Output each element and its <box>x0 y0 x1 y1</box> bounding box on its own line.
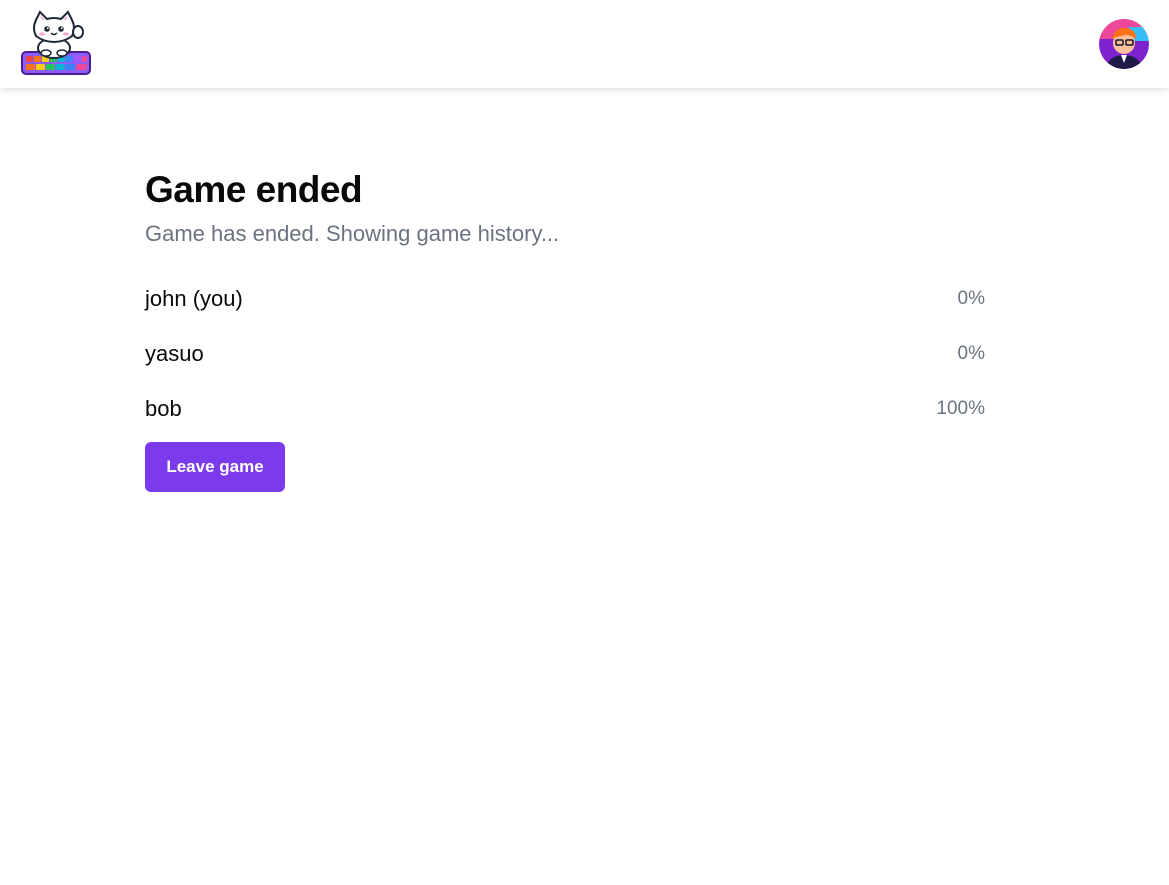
player-name: yasuo <box>145 340 204 366</box>
player-progress: 100% <box>936 397 985 419</box>
page-title: Game ended <box>145 169 363 210</box>
player-row: john (you) 0% <box>145 271 985 326</box>
player-progress: 0% <box>957 342 985 364</box>
player-list: john (you) 0% yasuo 0% bob 100% <box>145 271 985 436</box>
player-row: bob 100% <box>145 381 985 436</box>
page-subtitle: Game has ended. Showing game history... <box>145 221 560 246</box>
player-name: bob <box>145 395 182 421</box>
player-name: john (you) <box>145 285 243 311</box>
cat-keyboard-logo-icon[interactable] <box>20 10 92 76</box>
user-avatar-icon[interactable] <box>1099 19 1149 69</box>
player-progress: 0% <box>957 287 985 309</box>
game-history-panel: Game ended Game has ended. Showing game … <box>145 165 985 492</box>
leave-game-button[interactable]: Leave game <box>145 442 285 492</box>
player-row: yasuo 0% <box>145 326 985 381</box>
top-navbar <box>0 0 1169 88</box>
